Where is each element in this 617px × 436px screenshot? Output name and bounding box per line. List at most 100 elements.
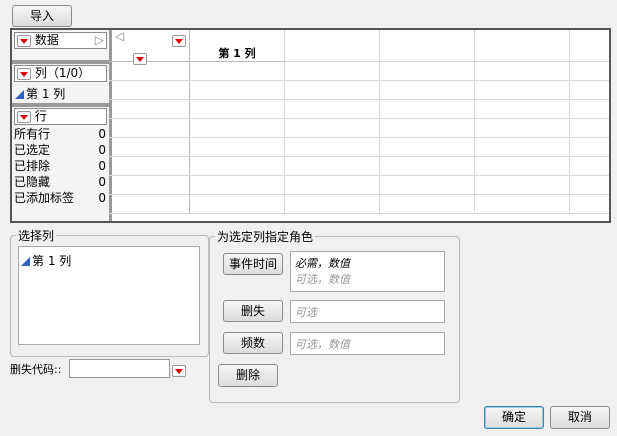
table-cell[interactable] xyxy=(570,119,609,138)
table-cell[interactable] xyxy=(570,176,609,195)
red-triangle-menu-icon[interactable] xyxy=(17,67,31,80)
rows-header[interactable]: 行 xyxy=(14,108,107,125)
continuous-column-icon xyxy=(15,90,24,99)
table-cell[interactable] xyxy=(570,138,609,157)
table-cell[interactable] xyxy=(475,195,570,214)
table-cell[interactable] xyxy=(285,157,380,176)
required-hint: 必需，数值 xyxy=(295,257,350,270)
table-cell[interactable] xyxy=(285,81,380,100)
censor-code-input[interactable] xyxy=(69,359,170,378)
table-side-panel: 数据 ▷ 列（1/0） 第 1 列 行 所有行 0 已选定 0 已排除 0 已隐藏 0 已… xyxy=(12,30,112,221)
column-listbox[interactable]: 第 1 列 xyxy=(18,246,200,345)
roles-title: 为选定列指定角色 xyxy=(215,228,316,245)
collapse-left-icon[interactable]: ◁ xyxy=(115,30,124,43)
column-name: 第 1 列 xyxy=(26,87,66,101)
table-cell[interactable] xyxy=(380,176,475,195)
table-cell[interactable] xyxy=(570,81,609,100)
event-time-button[interactable]: 事件时间 xyxy=(223,253,283,275)
row-number-cell[interactable] xyxy=(109,100,190,119)
divider xyxy=(12,103,109,107)
data-label: 数据 xyxy=(34,33,59,47)
columns-header[interactable]: 列（1/0） xyxy=(14,65,107,82)
table-cell[interactable] xyxy=(380,138,475,157)
select-columns-title: 选择列 xyxy=(16,227,57,244)
table-cell[interactable] xyxy=(570,30,609,62)
table-cell[interactable] xyxy=(285,30,380,62)
table-cell[interactable] xyxy=(380,62,475,81)
table-cell[interactable] xyxy=(570,62,609,81)
row-number-cell[interactable] xyxy=(109,157,190,176)
table-cell[interactable] xyxy=(190,176,285,195)
table-cell[interactable] xyxy=(285,100,380,119)
table-cell[interactable] xyxy=(475,100,570,119)
freq-field[interactable]: 可选，数值 xyxy=(290,332,445,355)
data-table: 数据 ▷ 列（1/0） 第 1 列 行 所有行 0 已选定 0 已排除 0 已隐藏 0 已… xyxy=(10,28,611,223)
row-number-cell[interactable] xyxy=(109,138,190,157)
divider xyxy=(12,60,109,64)
row-number-cell[interactable] xyxy=(109,119,190,138)
row-number-cell[interactable] xyxy=(109,195,190,214)
table-cell[interactable] xyxy=(190,138,285,157)
table-cell[interactable] xyxy=(380,100,475,119)
table-cell[interactable] xyxy=(190,81,285,100)
table-cell[interactable] xyxy=(380,195,475,214)
column-header[interactable]: 第 1 列 xyxy=(190,30,285,62)
expand-right-icon[interactable]: ▷ xyxy=(95,33,104,48)
table-cell[interactable] xyxy=(475,157,570,176)
corner-cell: ◁ xyxy=(109,30,190,65)
censor-field[interactable]: 可选 xyxy=(290,300,445,323)
table-cell[interactable] xyxy=(380,81,475,100)
table-cell[interactable] xyxy=(570,195,609,214)
optional-hint: 可选，数值 xyxy=(295,273,350,286)
freq-button[interactable]: 频数 xyxy=(223,332,283,354)
table-cell[interactable] xyxy=(475,30,570,62)
red-triangle-menu-icon[interactable] xyxy=(17,110,31,123)
row-number-cell[interactable] xyxy=(109,81,190,100)
event-time-field[interactable]: 必需，数值可选，数值 xyxy=(290,251,445,292)
columns-label: 列（1/0） xyxy=(34,66,91,80)
table-cell[interactable] xyxy=(190,157,285,176)
table-cell[interactable] xyxy=(475,81,570,100)
table-cell[interactable] xyxy=(570,157,609,176)
row-stat: 已隐藏 0 xyxy=(14,175,106,189)
table-cell[interactable] xyxy=(285,119,380,138)
table-cell[interactable] xyxy=(285,176,380,195)
row-stat: 已添加标签 0 xyxy=(14,191,106,205)
censor-button[interactable]: 删失 xyxy=(223,300,283,322)
row-stat: 所有行 0 xyxy=(14,127,106,141)
table-cell[interactable] xyxy=(190,195,285,214)
rows-label: 行 xyxy=(34,109,47,123)
row-number-cell[interactable] xyxy=(109,176,190,195)
column-list-item[interactable]: 第 1 列 xyxy=(15,85,65,102)
column-name: 第 1 列 xyxy=(32,254,72,268)
table-cell[interactable] xyxy=(285,195,380,214)
table-cell[interactable] xyxy=(285,138,380,157)
table-cell[interactable] xyxy=(190,62,285,81)
table-cell[interactable] xyxy=(570,100,609,119)
red-triangle-menu-icon[interactable] xyxy=(17,34,31,47)
ok-button[interactable]: 确定 xyxy=(484,406,544,429)
import-button[interactable]: 导入 xyxy=(12,5,72,27)
remove-button[interactable]: 删除 xyxy=(218,364,278,387)
row-stat: 已选定 0 xyxy=(14,143,106,157)
cancel-button[interactable]: 取消 xyxy=(550,406,610,429)
row-stat: 已排除 0 xyxy=(14,159,106,173)
table-cell[interactable] xyxy=(285,62,380,81)
table-cell[interactable] xyxy=(475,176,570,195)
table-cell[interactable] xyxy=(380,30,475,62)
table-cell[interactable] xyxy=(190,100,285,119)
table-cell[interactable] xyxy=(380,119,475,138)
continuous-column-icon xyxy=(21,257,30,266)
row-number-cell[interactable] xyxy=(109,62,190,81)
data-header[interactable]: 数据 ▷ xyxy=(14,32,107,49)
censor-code-label: 删失代码:: xyxy=(10,363,62,376)
table-cell[interactable] xyxy=(190,119,285,138)
censor-code-dropdown-icon[interactable] xyxy=(172,364,186,377)
list-item[interactable]: 第 1 列 xyxy=(21,252,71,269)
grid: ◁ 第 1 列 xyxy=(109,30,609,221)
red-triangle-menu-icon[interactable] xyxy=(172,34,186,47)
table-cell[interactable] xyxy=(475,138,570,157)
table-cell[interactable] xyxy=(475,62,570,81)
table-cell[interactable] xyxy=(475,119,570,138)
table-cell[interactable] xyxy=(380,157,475,176)
